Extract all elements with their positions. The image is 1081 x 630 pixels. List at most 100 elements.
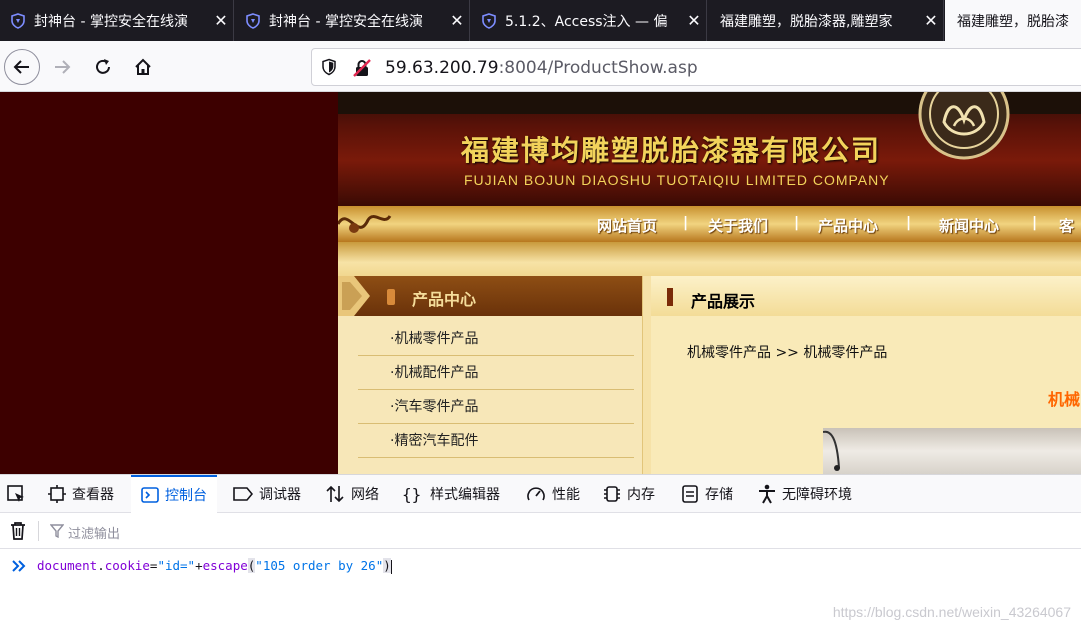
filter-icon: [50, 524, 64, 538]
category-link[interactable]: ·汽车零件产品: [358, 390, 634, 424]
storage-icon: [682, 485, 698, 503]
code-token: document: [37, 558, 98, 573]
tab-label: 查看器: [72, 487, 114, 503]
shield-icon: [246, 12, 260, 29]
tab-title: 封神台 - 掌控安全在线演: [34, 13, 188, 30]
browser-tab[interactable]: 封神台 - 掌控安全在线演 ✕: [0, 0, 234, 41]
back-button[interactable]: [4, 49, 40, 85]
company-name-cn: 福建博均雕塑脱胎漆器有限公司: [461, 134, 882, 167]
navigation-bar: 59.63.200.79:8004/ProductShow.asp: [0, 41, 1081, 92]
code-token: +: [195, 558, 203, 573]
close-icon[interactable]: ✕: [682, 11, 706, 30]
code-token: "id=": [157, 558, 196, 573]
tab-storage[interactable]: 存储: [681, 475, 733, 513]
breadcrumb: 机械零件产品 >> 机械零件产品: [687, 345, 888, 361]
menu-item-home[interactable]: 网站首页: [597, 215, 657, 236]
tab-style-editor[interactable]: {} 样式编辑器: [402, 475, 500, 513]
product-category-sidebar: 产品中心 ·机械零件产品 ·机械配件产品 ·汽车零件产品 ·精密汽车配件: [338, 276, 643, 474]
site-menu: 网站首页 | 关于我们 | 产品中心 | 新闻中心 | 客: [338, 206, 1081, 242]
tab-title: 福建雕塑，脱胎漆: [957, 13, 1069, 30]
console-input[interactable]: document.cookie="id="+escape("105 order …: [37, 558, 392, 574]
menu-separator: |: [906, 215, 912, 231]
sidebar-title-bar: 产品中心: [338, 276, 642, 316]
bullet-icon: [667, 288, 673, 306]
product-photo-icon: [822, 430, 840, 471]
menu-separator: |: [794, 215, 800, 231]
inspector-icon: [48, 485, 66, 503]
close-icon[interactable]: ✕: [445, 11, 469, 30]
filter-input[interactable]: 过滤输出: [68, 523, 120, 542]
trash-icon[interactable]: [9, 521, 27, 541]
emblem-logo-icon: [918, 92, 1010, 160]
menu-item-about[interactable]: 关于我们: [708, 215, 768, 236]
page-viewport: 福建博均雕塑脱胎漆器有限公司 FUJIAN BOJUN DIAOSHU TUOT…: [0, 92, 1081, 474]
code-token: escape: [202, 558, 248, 573]
home-button[interactable]: [125, 49, 161, 85]
braces-icon: {}: [402, 485, 421, 503]
menu-item-products[interactable]: 产品中心: [818, 215, 878, 236]
tab-accessibility[interactable]: 无障碍环境: [758, 475, 852, 513]
arrow-right-icon: [55, 60, 71, 74]
code-token: "105 order by 26": [255, 558, 384, 573]
company-name-en: FUJIAN BOJUN DIAOSHU TUOTAIQIU LIMITED C…: [464, 172, 890, 188]
tab-console[interactable]: 控制台: [131, 475, 217, 513]
element-picker-button[interactable]: [6, 475, 36, 513]
devtools-panel: 查看器 控制台 调试器 网络 {} 样式编辑器 性能 内存 存储 无障碍环境 过…: [0, 474, 1081, 630]
close-icon[interactable]: ✕: [209, 11, 233, 30]
close-icon[interactable]: ✕: [919, 11, 943, 30]
browser-tab[interactable]: 5.1.2、Access注入 — 偏 ✕: [471, 0, 707, 41]
console-filter-row: 过滤输出: [0, 513, 1081, 549]
ornament-icon: [338, 215, 392, 233]
prompt-chevron-icon: [12, 560, 26, 572]
category-link[interactable]: ·机械配件产品: [358, 356, 634, 390]
panel-title: 产品展示: [691, 292, 756, 311]
website: 福建博均雕塑脱胎漆器有限公司 FUJIAN BOJUN DIAOSHU TUOT…: [338, 92, 1081, 474]
devtools-toolbar: 查看器 控制台 调试器 网络 {} 样式编辑器 性能 内存 存储 无障碍环境: [0, 475, 1081, 513]
menu-item-more[interactable]: 客: [1059, 215, 1074, 236]
text-cursor: [390, 559, 392, 574]
insecure-lock-icon[interactable]: [352, 58, 372, 78]
tab-label: 无障碍环境: [782, 487, 852, 503]
console-icon: [141, 487, 159, 503]
tab-title: 5.1.2、Access注入 — 偏: [505, 13, 668, 30]
reload-button[interactable]: [85, 49, 121, 85]
tab-label: 样式编辑器: [430, 487, 500, 503]
browser-tab-active[interactable]: 福建雕塑，脱胎漆: [945, 0, 1081, 41]
tab-performance[interactable]: 性能: [526, 475, 580, 513]
tab-label: 存储: [705, 487, 733, 503]
tab-network[interactable]: 网络: [325, 475, 379, 513]
picker-icon: [7, 485, 24, 502]
tab-label: 内存: [627, 487, 655, 503]
tab-label: 性能: [552, 487, 580, 503]
url-path: :8004/ProductShow.asp: [498, 58, 698, 78]
url-text[interactable]: 59.63.200.79:8004/ProductShow.asp: [385, 58, 698, 78]
tracking-protection-icon[interactable]: [320, 58, 338, 76]
product-heading: 机械: [1048, 390, 1081, 409]
debugger-icon: [233, 487, 253, 501]
category-link[interactable]: ·机械零件产品: [358, 322, 634, 356]
tab-inspector[interactable]: 查看器: [48, 475, 114, 513]
tab-memory[interactable]: 内存: [603, 475, 655, 513]
tab-label: 网络: [351, 487, 379, 503]
browser-tab[interactable]: 福建雕塑，脱胎漆器,雕塑家 ✕: [708, 0, 944, 41]
tab-bar: 封神台 - 掌控安全在线演 ✕ 封神台 - 掌控安全在线演 ✕ 5.1.2、Ac…: [0, 0, 1081, 41]
accessibility-icon: [759, 484, 775, 504]
code-token: ): [383, 558, 391, 573]
menu-item-news[interactable]: 新闻中心: [939, 215, 999, 236]
code-token: cookie: [104, 558, 150, 573]
category-link[interactable]: ·精密汽车配件: [358, 424, 634, 458]
product-display-panel: 产品展示 机械零件产品 >> 机械零件产品 机械: [651, 276, 1081, 474]
arrow-left-icon: [13, 60, 29, 74]
forward-button[interactable]: [44, 49, 80, 85]
tab-title: 福建雕塑，脱胎漆器,雕塑家: [720, 13, 893, 30]
chip-icon: [604, 486, 620, 502]
gauge-icon: [527, 487, 545, 501]
menu-separator: |: [1032, 215, 1038, 231]
home-icon: [135, 58, 151, 75]
url-bar[interactable]: 59.63.200.79:8004/ProductShow.asp: [311, 48, 1081, 86]
bullet-icon: [387, 289, 395, 305]
arrow-badge-icon: [338, 276, 370, 316]
network-icon: [326, 485, 344, 503]
browser-tab[interactable]: 封神台 - 掌控安全在线演 ✕: [235, 0, 470, 41]
tab-debugger[interactable]: 调试器: [233, 475, 301, 513]
